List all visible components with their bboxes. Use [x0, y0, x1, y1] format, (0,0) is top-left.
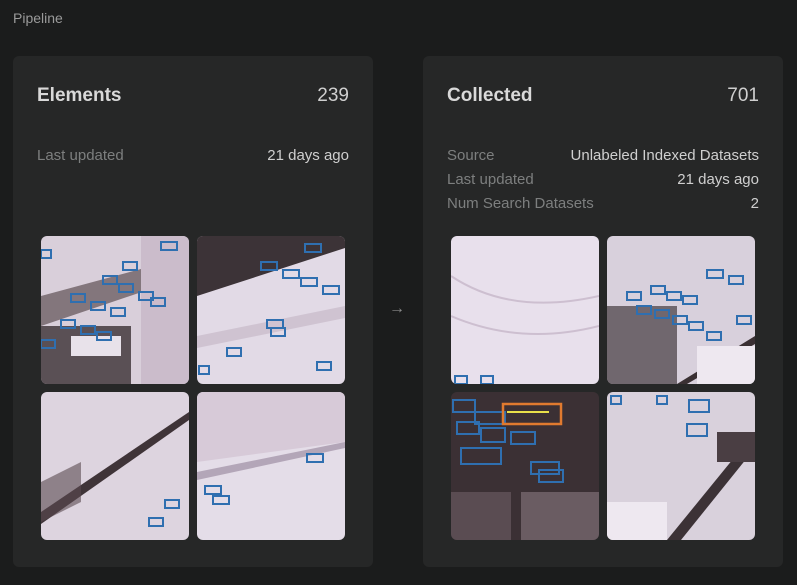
card-title: Collected — [447, 85, 533, 106]
meta-key: Num Search Datasets — [447, 195, 594, 212]
collected-card[interactable]: Collected 701 Source Unlabeled Indexed D… — [423, 56, 783, 567]
meta-key: Last updated — [37, 147, 124, 164]
meta-value: 2 — [750, 195, 759, 212]
card-title: Elements — [37, 85, 122, 106]
meta-row-num-search-datasets: Num Search Datasets 2 — [447, 194, 759, 218]
meta-key: Last updated — [447, 171, 534, 188]
meta-value: 21 days ago — [677, 171, 759, 188]
thumbnail-grid — [41, 236, 345, 540]
thumbnail-image[interactable] — [451, 392, 599, 540]
thumbnail-image[interactable] — [607, 236, 755, 384]
card-header: Collected 701 — [447, 85, 759, 107]
meta-value: 21 days ago — [267, 147, 349, 164]
card-count: 239 — [317, 85, 349, 106]
card-meta: Source Unlabeled Indexed Datasets Last u… — [447, 146, 759, 218]
card-meta: Last updated 21 days ago — [37, 146, 349, 170]
arrow-right-icon: → — [389, 300, 405, 317]
thumbnail-image[interactable] — [607, 392, 755, 540]
thumbnail-image[interactable] — [197, 392, 345, 540]
meta-row-last-updated: Last updated 21 days ago — [37, 146, 349, 170]
thumbnail-grid — [451, 236, 755, 540]
meta-row-last-updated: Last updated 21 days ago — [447, 170, 759, 194]
thumbnail-image[interactable] — [197, 236, 345, 384]
elements-card[interactable]: Elements 239 Last updated 21 days ago — [13, 56, 373, 567]
thumbnail-image[interactable] — [41, 236, 189, 384]
thumbnail-image[interactable] — [451, 236, 599, 384]
card-count: 701 — [727, 85, 759, 106]
page-title: Pipeline — [13, 10, 63, 26]
thumbnail-image[interactable] — [41, 392, 189, 540]
card-header: Elements 239 — [37, 85, 349, 107]
meta-row-source: Source Unlabeled Indexed Datasets — [447, 146, 759, 170]
meta-value: Unlabeled Indexed Datasets — [570, 147, 759, 164]
meta-key: Source — [447, 147, 495, 164]
